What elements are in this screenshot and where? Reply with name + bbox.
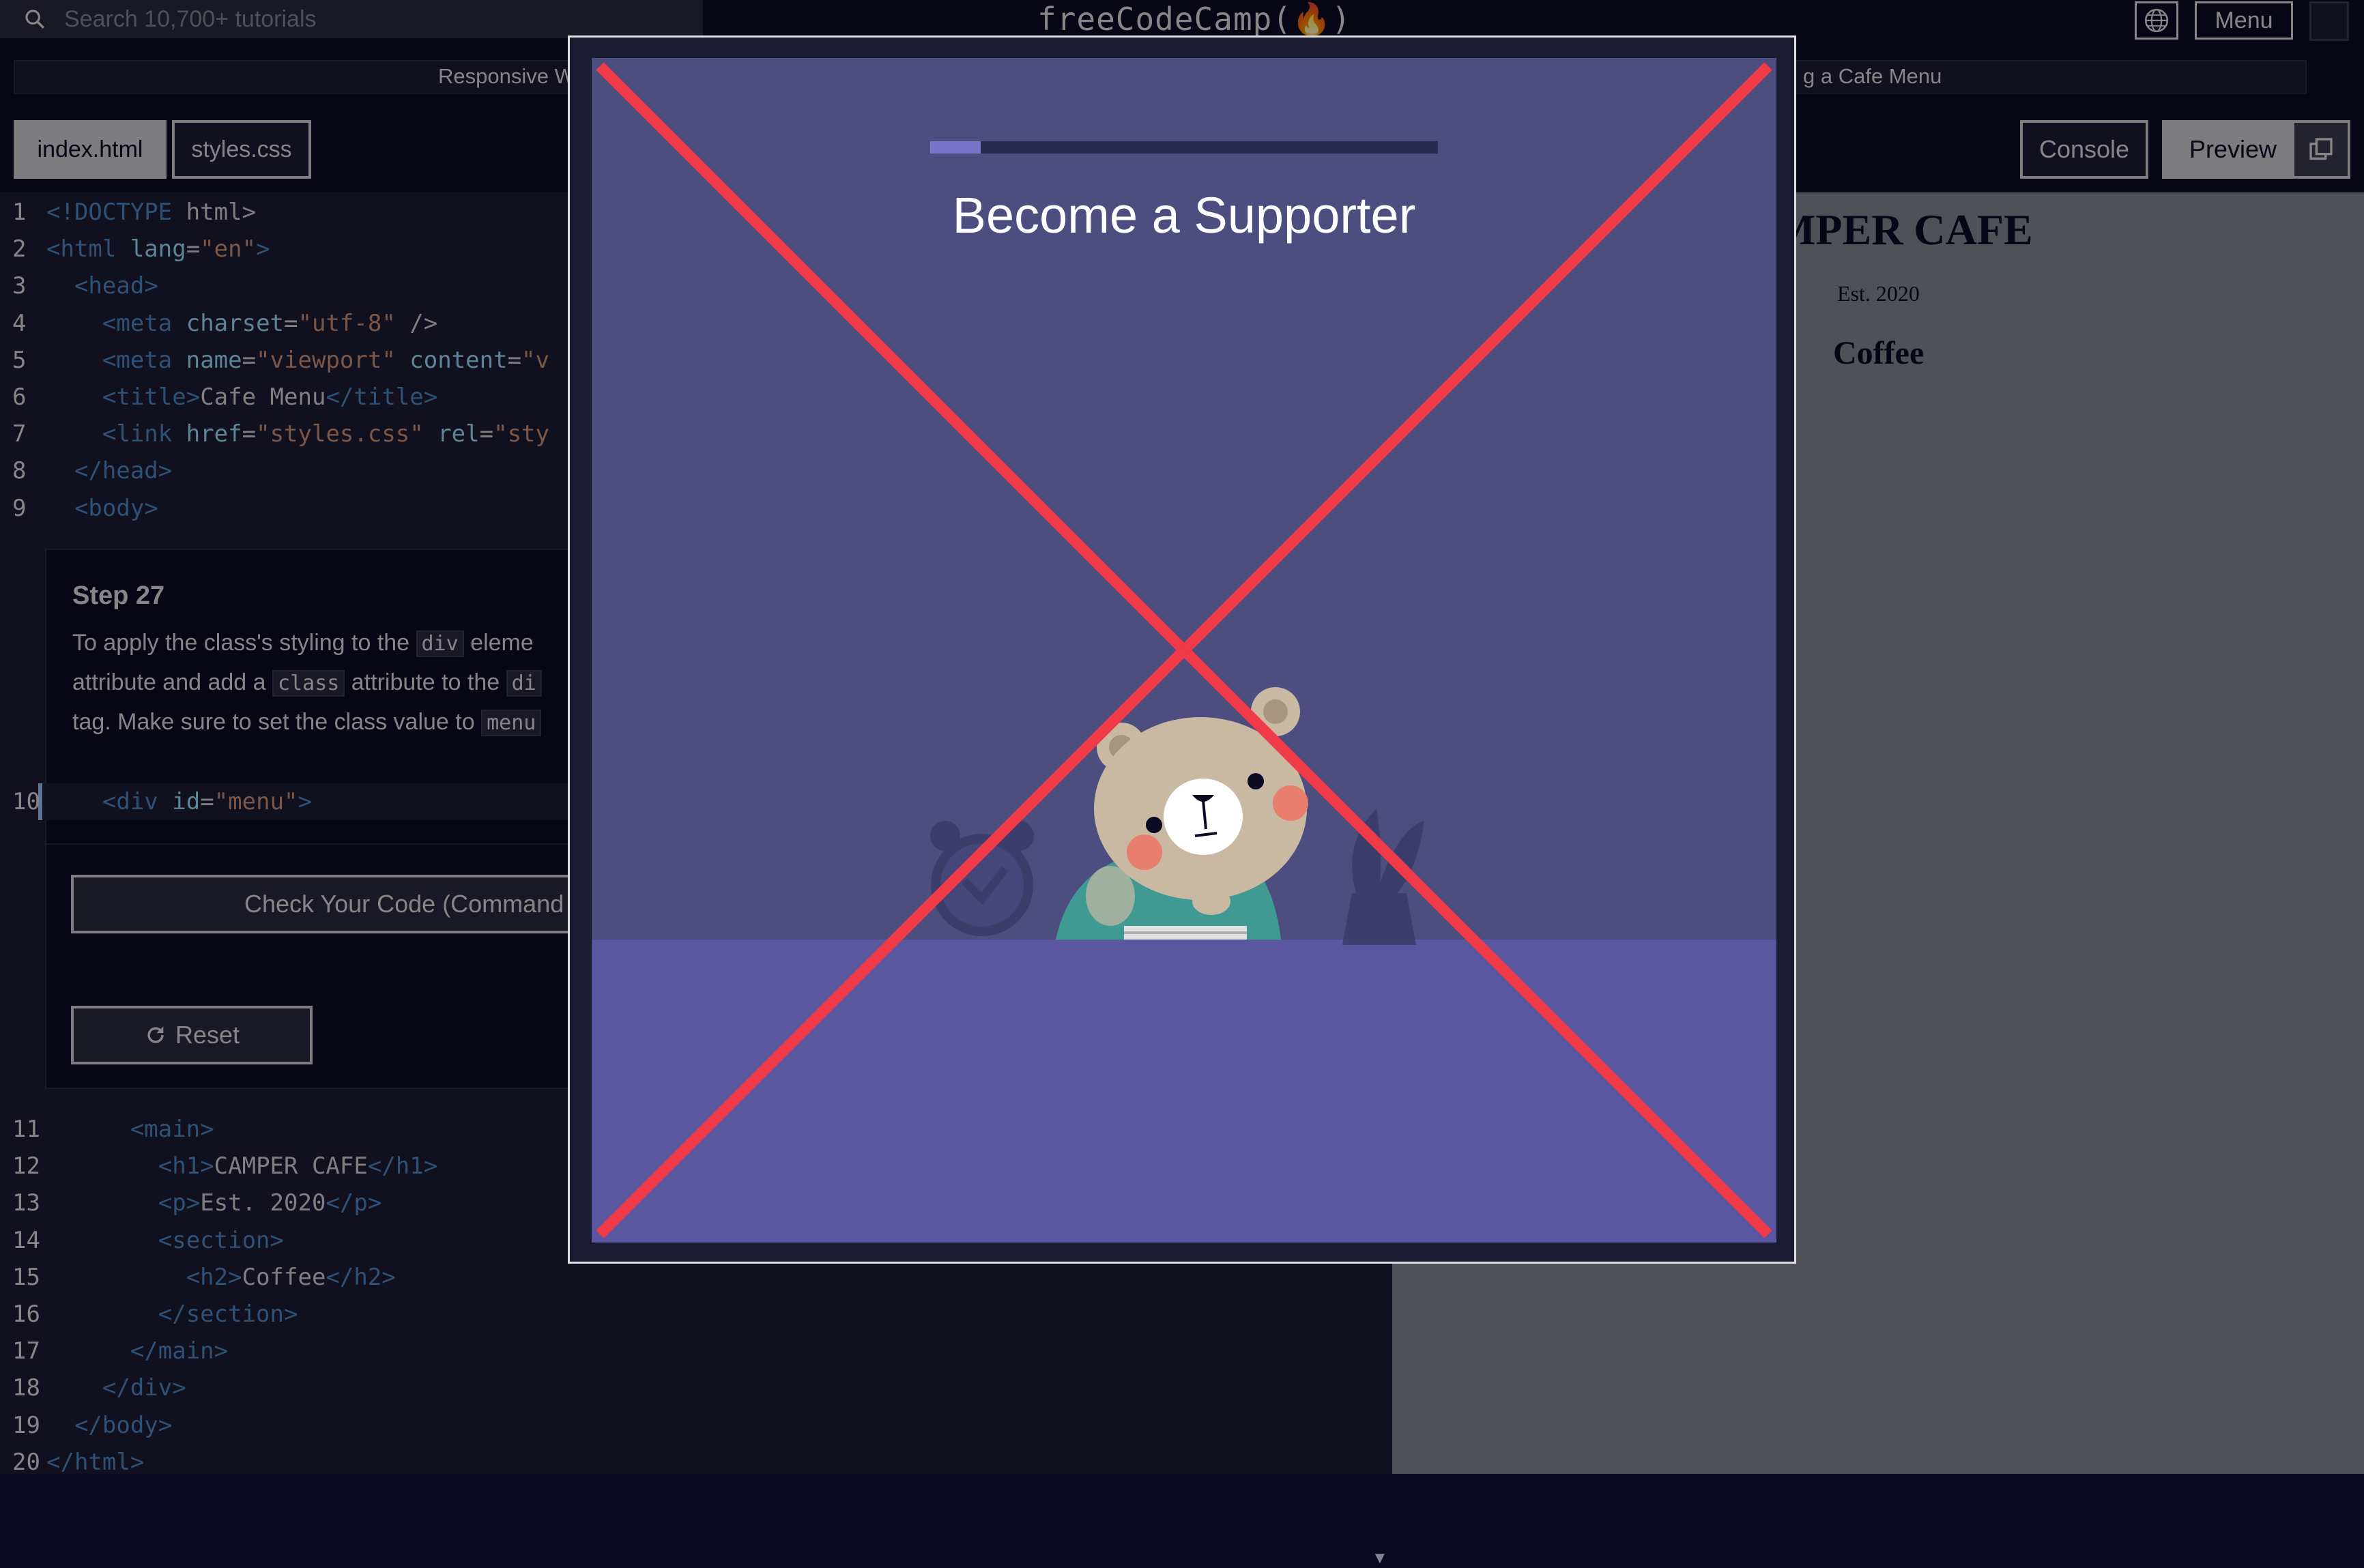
scroll-down-icon[interactable]: ▼: [1372, 1549, 1388, 1568]
modal-content: Become a Supporter: [592, 58, 1776, 1243]
donation-modal: Become a Supporter: [568, 35, 1796, 1264]
close-icon[interactable]: [592, 58, 1776, 1243]
